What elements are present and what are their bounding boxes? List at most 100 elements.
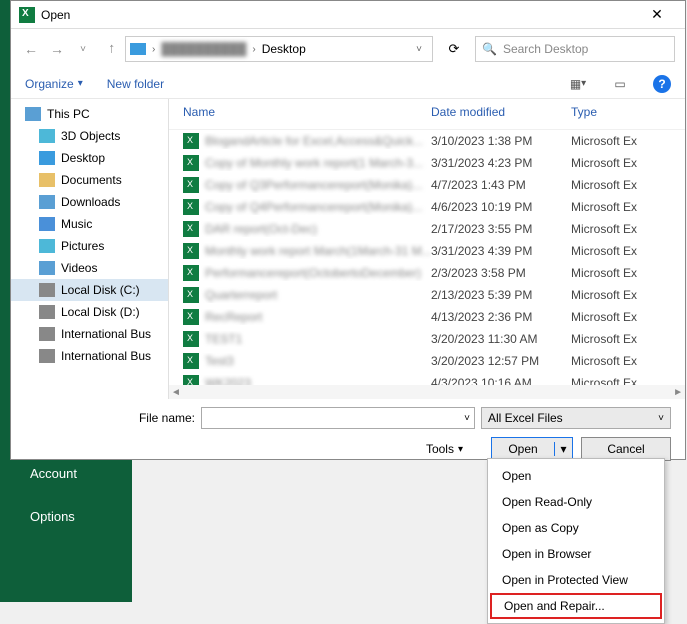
close-button[interactable]: ✕ bbox=[637, 6, 677, 23]
filename-input[interactable]: ˅ bbox=[201, 407, 475, 429]
search-box[interactable]: 🔍 Search Desktop bbox=[475, 36, 675, 62]
col-name[interactable]: Name bbox=[183, 105, 431, 119]
folder-icon bbox=[39, 173, 55, 187]
file-row[interactable]: DAR report(Oct-Dec)2/17/2023 3:55 PMMicr… bbox=[169, 218, 685, 240]
tree-item-pictures[interactable]: Pictures bbox=[11, 235, 168, 257]
file-row[interactable]: Copy of Q4Performancereport(Monika)... 4/… bbox=[169, 196, 685, 218]
menu-item-open-as-copy[interactable]: Open as Copy bbox=[488, 515, 664, 541]
file-name: RecReport bbox=[205, 310, 262, 324]
file-type: Microsoft Ex bbox=[571, 266, 685, 280]
file-date: 3/20/2023 11:30 AM bbox=[431, 332, 571, 346]
col-type[interactable]: Type bbox=[571, 105, 685, 119]
tree-item-local-disk-d-[interactable]: Local Disk (D:) bbox=[11, 301, 168, 323]
tree-item-desktop[interactable]: Desktop bbox=[11, 147, 168, 169]
help-button[interactable]: ? bbox=[653, 75, 671, 93]
file-row[interactable]: Quarterreport2/13/2023 5:39 PMMicrosoft … bbox=[169, 284, 685, 306]
excel-file-icon bbox=[183, 243, 199, 259]
open-dropdown-button[interactable]: ▾ bbox=[554, 442, 572, 456]
file-type: Microsoft Ex bbox=[571, 156, 685, 170]
column-headers[interactable]: Name Date modified Type bbox=[169, 99, 685, 130]
file-list[interactable]: Name Date modified Type BlogandArticle f… bbox=[169, 99, 685, 399]
excel-file-icon bbox=[183, 133, 199, 149]
filename-dropdown-icon[interactable]: ˅ bbox=[464, 413, 470, 424]
file-date: 4/6/2023 10:19 PM bbox=[431, 200, 571, 214]
file-row[interactable]: Performancereport(OctobertoDecember)2/3/… bbox=[169, 262, 685, 284]
back-button[interactable]: ← bbox=[21, 39, 41, 59]
file-row[interactable]: Copy of Q3Performancereport(Monika)...4/… bbox=[169, 174, 685, 196]
scroll-left-icon[interactable]: ◄ bbox=[171, 387, 181, 398]
folder-icon bbox=[39, 195, 55, 209]
path-dropdown-icon[interactable]: ˅ bbox=[410, 44, 428, 55]
tree-item-downloads[interactable]: Downloads bbox=[11, 191, 168, 213]
tree-item-international-bus[interactable]: International Bus bbox=[11, 345, 168, 367]
up-button[interactable]: → bbox=[99, 39, 119, 59]
menu-item-open-in-protected-view[interactable]: Open in Protected View bbox=[488, 567, 664, 593]
file-row[interactable]: Test33/20/2023 12:57 PMMicrosoft Ex bbox=[169, 350, 685, 372]
view-options-button[interactable]: ▦ ▾ bbox=[569, 75, 587, 93]
recent-dropdown[interactable]: ˅ bbox=[73, 39, 93, 59]
scroll-right-icon[interactable]: ► bbox=[673, 387, 683, 398]
forward-button[interactable]: → bbox=[47, 39, 67, 59]
file-name: Test3 bbox=[205, 354, 234, 368]
excel-file-icon bbox=[183, 199, 199, 215]
file-name: Performancereport(OctobertoDecember) bbox=[205, 266, 421, 280]
dialog-body: This PC3D ObjectsDesktopDocumentsDownloa… bbox=[11, 99, 685, 399]
folder-icon bbox=[39, 305, 55, 319]
path-segment[interactable]: Desktop bbox=[262, 42, 306, 56]
file-name: BlogandArticle for Excel,Access&Quick... bbox=[205, 134, 423, 148]
file-type: Microsoft Ex bbox=[571, 310, 685, 324]
tree-item-local-disk-c-[interactable]: Local Disk (C:) bbox=[11, 279, 168, 301]
horizontal-scrollbar[interactable]: ◄► bbox=[169, 385, 685, 399]
preview-pane-button[interactable]: ▭ bbox=[611, 75, 629, 93]
file-row[interactable]: RecReport 4/13/2023 2:36 PMMicrosoft Ex bbox=[169, 306, 685, 328]
file-name: Quarterreport bbox=[205, 288, 277, 302]
file-name: Copy of Q3Performancereport(Monika)... bbox=[205, 178, 422, 192]
folder-icon bbox=[39, 261, 55, 275]
nav-tree[interactable]: This PC3D ObjectsDesktopDocumentsDownloa… bbox=[11, 99, 169, 399]
file-type: Microsoft Ex bbox=[571, 134, 685, 148]
file-date: 3/31/2023 4:23 PM bbox=[431, 156, 571, 170]
folder-icon bbox=[39, 151, 55, 165]
file-row[interactable]: BlogandArticle for Excel,Access&Quick...… bbox=[169, 130, 685, 152]
file-row[interactable]: Copy of Monthly work report(1 March-3...… bbox=[169, 152, 685, 174]
menu-item-open-in-browser[interactable]: Open in Browser bbox=[488, 541, 664, 567]
excel-file-icon bbox=[183, 265, 199, 281]
excel-file-icon bbox=[183, 221, 199, 237]
path-sep-icon: › bbox=[152, 44, 155, 55]
menu-item-open-read-only[interactable]: Open Read-Only bbox=[488, 489, 664, 515]
open-dialog: Open ✕ ← → ˅ → › ██████████ › Desktop ˅ … bbox=[10, 0, 686, 460]
file-date: 4/13/2023 2:36 PM bbox=[431, 310, 571, 324]
excel-file-icon bbox=[183, 177, 199, 193]
excel-file-icon bbox=[183, 155, 199, 171]
drive-icon bbox=[130, 43, 146, 55]
refresh-button[interactable]: ⟳ bbox=[443, 38, 465, 60]
file-type: Microsoft Ex bbox=[571, 244, 685, 258]
menu-item-open-and-repair-[interactable]: Open and Repair... bbox=[490, 593, 662, 619]
toolbar: Organize▾ New folder ▦ ▾ ▭ ? bbox=[11, 69, 685, 99]
tree-item-international-bus[interactable]: International Bus bbox=[11, 323, 168, 345]
col-date[interactable]: Date modified bbox=[431, 105, 571, 119]
excel-file-icon bbox=[183, 309, 199, 325]
tree-item-documents[interactable]: Documents bbox=[11, 169, 168, 191]
folder-icon bbox=[25, 107, 41, 121]
file-type-filter[interactable]: All Excel Files˅ bbox=[481, 407, 671, 429]
menu-item-open[interactable]: Open bbox=[488, 463, 664, 489]
tree-item-this-pc[interactable]: This PC bbox=[11, 103, 168, 125]
tools-menu[interactable]: Tools▾ bbox=[426, 442, 463, 456]
path-sep-icon: › bbox=[252, 44, 255, 55]
tree-item-3d-objects[interactable]: 3D Objects bbox=[11, 125, 168, 147]
backstage-options[interactable]: Options bbox=[12, 495, 132, 538]
new-folder-button[interactable]: New folder bbox=[107, 77, 164, 91]
tree-item-videos[interactable]: Videos bbox=[11, 257, 168, 279]
address-bar[interactable]: › ██████████ › Desktop ˅ bbox=[125, 36, 433, 62]
excel-file-icon bbox=[183, 331, 199, 347]
file-name: Monthly work report March(1March-31 M... bbox=[205, 244, 431, 258]
tree-item-music[interactable]: Music bbox=[11, 213, 168, 235]
file-date: 3/10/2023 1:38 PM bbox=[431, 134, 571, 148]
file-name: Copy of Q4Performancereport(Monika)... bbox=[205, 200, 422, 214]
folder-icon bbox=[39, 217, 55, 231]
organize-menu[interactable]: Organize▾ bbox=[25, 77, 83, 91]
file-row[interactable]: Monthly work report March(1March-31 M...… bbox=[169, 240, 685, 262]
search-placeholder: Search Desktop bbox=[503, 42, 588, 56]
file-row[interactable]: TEST13/20/2023 11:30 AMMicrosoft Ex bbox=[169, 328, 685, 350]
